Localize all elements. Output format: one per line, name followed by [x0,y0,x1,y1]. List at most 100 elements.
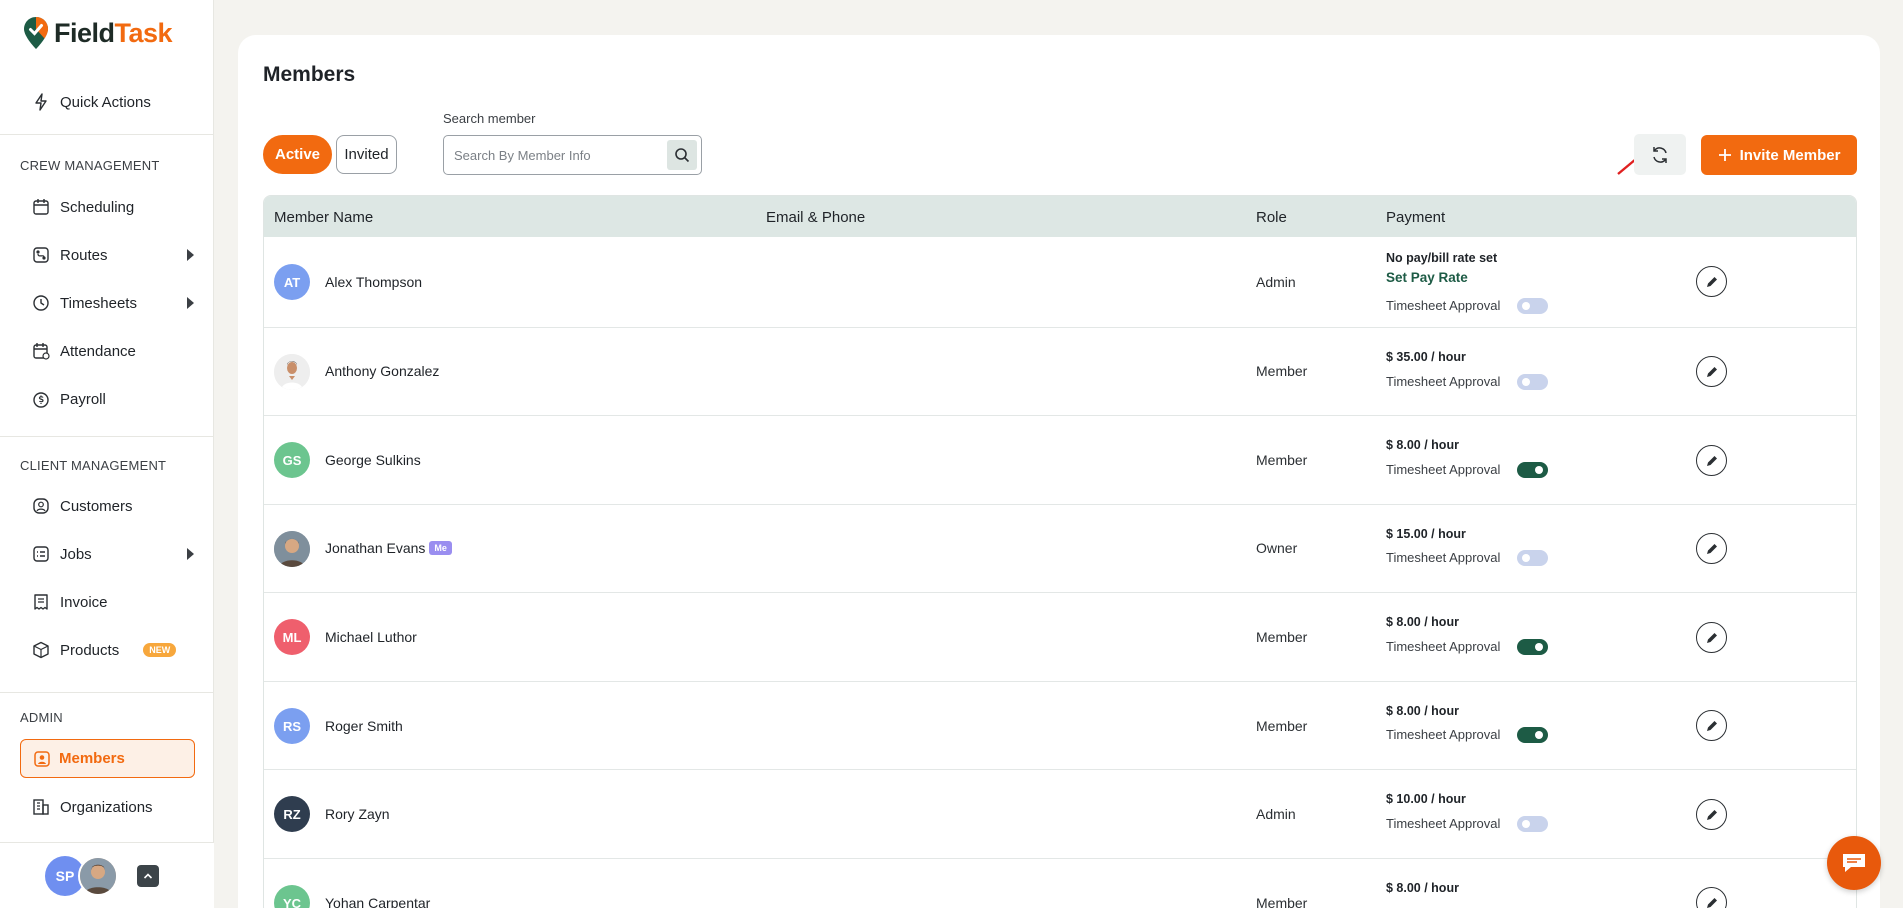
sidebar-item-routes[interactable]: Routes [32,243,194,267]
page-title: Members [263,63,356,86]
chevron-up-icon[interactable] [137,865,159,887]
client-management-title: CLIENT MANAGEMENT [20,458,167,473]
user-profile-area: SP [0,842,214,908]
fieldtask-logo[interactable]: FieldTask [22,16,173,50]
sidebar-item-invoice[interactable]: Invoice [32,590,192,614]
tab-invited[interactable]: Invited [336,135,397,174]
timesheet-approval-toggle[interactable] [1517,816,1548,832]
header-member-name: Member Name [274,209,374,226]
edit-member-button[interactable] [1696,799,1727,830]
pencil-icon [1706,897,1717,908]
edit-member-button[interactable] [1696,710,1727,741]
pencil-icon [1706,455,1717,466]
pay-rate: $ 8.00 / hour [1386,615,1459,629]
set-pay-rate-link[interactable]: Set Pay Rate [1386,270,1468,285]
sidebar-item-attendance[interactable]: Attendance [32,339,192,363]
timesheet-approval-toggle[interactable] [1517,462,1548,478]
lightning-icon [35,93,47,111]
member-name[interactable]: Michael Luthor [325,629,417,645]
table-row[interactable]: GS George Sulkins Member $ 8.00 / hour T… [264,416,1856,505]
timesheet-approval-toggle[interactable] [1517,727,1548,743]
pay-rate: $ 8.00 / hour [1386,438,1459,452]
member-name[interactable]: Yohan Carpentar [325,895,430,908]
search-label: Search member [443,111,536,126]
pay-rate: $ 8.00 / hour [1386,881,1459,895]
member-name[interactable]: Anthony Gonzalez [325,363,439,379]
member-name[interactable]: Jonathan Evans Me [325,540,452,556]
edit-member-button[interactable] [1696,533,1727,564]
pencil-icon [1706,543,1717,554]
edit-member-button[interactable] [1696,622,1727,653]
edit-member-button[interactable] [1696,887,1727,908]
table-row[interactable]: AT Alex Thompson Admin No pay/bill rate … [264,237,1856,328]
timesheet-approval-label: Timesheet Approval [1386,816,1501,831]
timesheet-approval-toggle[interactable] [1517,639,1548,655]
member-role: Member [1256,363,1308,379]
table-row[interactable]: ML Michael Luthor Member $ 8.00 / hour T… [264,593,1856,682]
user-photo-avatar[interactable] [78,856,118,896]
member-role: Member [1256,895,1308,908]
avatar: RS [274,708,310,744]
member-name[interactable]: Roger Smith [325,718,403,734]
member-role: Member [1256,452,1308,468]
table-row[interactable]: Jonathan Evans Me Owner $ 15.00 / hour T… [264,505,1856,593]
header-email-phone: Email & Phone [766,209,866,226]
sidebar-item-members[interactable]: Members [20,739,195,778]
sidebar-item-jobs[interactable]: Jobs [32,542,194,566]
timesheet-approval-label: Timesheet Approval [1386,462,1501,477]
table-row[interactable]: Anthony Gonzalez Member $ 35.00 / hour T… [264,328,1856,416]
table-row[interactable]: RS Roger Smith Member $ 8.00 / hour Time… [264,682,1856,770]
sidebar-item-organizations[interactable]: Organizations [32,795,192,819]
clock-icon [33,295,49,311]
header-payment: Payment [1386,209,1446,226]
new-badge: NEW [143,643,177,657]
pay-rate: $ 35.00 / hour [1386,350,1466,364]
member-role: Member [1256,629,1308,645]
expand-arrow-icon[interactable] [187,297,194,309]
table-row[interactable]: RZ Rory Zayn Admin $ 10.00 / hour Timesh… [264,770,1856,859]
search-icon [675,148,690,163]
invite-member-button[interactable]: Invite Member [1701,135,1857,175]
logo-text: FieldTask [54,17,173,48]
avatar [274,354,310,390]
header-role: Role [1256,209,1287,226]
sidebar-item-products[interactable]: Products NEW [32,638,192,662]
route-icon [33,247,49,263]
chat-support-button[interactable] [1827,836,1881,890]
payroll-icon [33,392,49,408]
invoice-icon [34,594,48,610]
member-name[interactable]: Rory Zayn [325,806,390,822]
expand-arrow-icon[interactable] [187,249,194,261]
pencil-icon [1706,720,1717,731]
pay-rate: $ 15.00 / hour [1386,527,1466,541]
sidebar: FieldTask Quick Actions CREW MANAGEMENT … [0,0,214,908]
expand-arrow-icon[interactable] [187,548,194,560]
timesheet-approval-label: Timesheet Approval [1386,298,1501,313]
member-role: Admin [1256,274,1296,290]
logo-pin-icon [24,17,48,49]
member-name[interactable]: George Sulkins [325,452,421,468]
table-row[interactable]: YC Yohan Carpentar Member $ 8.00 / hour [264,859,1856,908]
pay-rate: $ 8.00 / hour [1386,704,1459,718]
refresh-button[interactable] [1634,134,1686,175]
avatar: ML [274,619,310,655]
timesheet-approval-toggle[interactable] [1517,298,1548,314]
avatar: RZ [274,796,310,832]
edit-member-button[interactable] [1696,266,1727,297]
tab-active[interactable]: Active [263,135,332,174]
edit-member-button[interactable] [1696,356,1727,387]
sidebar-item-scheduling[interactable]: Scheduling [32,195,192,219]
member-role: Owner [1256,540,1298,556]
sidebar-item-payroll[interactable]: Payroll [32,387,192,411]
sidebar-item-timesheets[interactable]: Timesheets [32,291,194,315]
search-button[interactable] [667,140,697,170]
timesheet-approval-toggle[interactable] [1517,374,1548,390]
member-role: Admin [1256,806,1296,822]
timesheet-approval-toggle[interactable] [1517,550,1548,566]
search-input[interactable] [454,144,654,166]
sidebar-item-customers[interactable]: Customers [32,494,192,518]
edit-member-button[interactable] [1696,445,1727,476]
member-name[interactable]: Alex Thompson [325,274,422,290]
sidebar-item-quick-actions[interactable]: Quick Actions [32,90,192,114]
chat-icon [1843,854,1865,872]
